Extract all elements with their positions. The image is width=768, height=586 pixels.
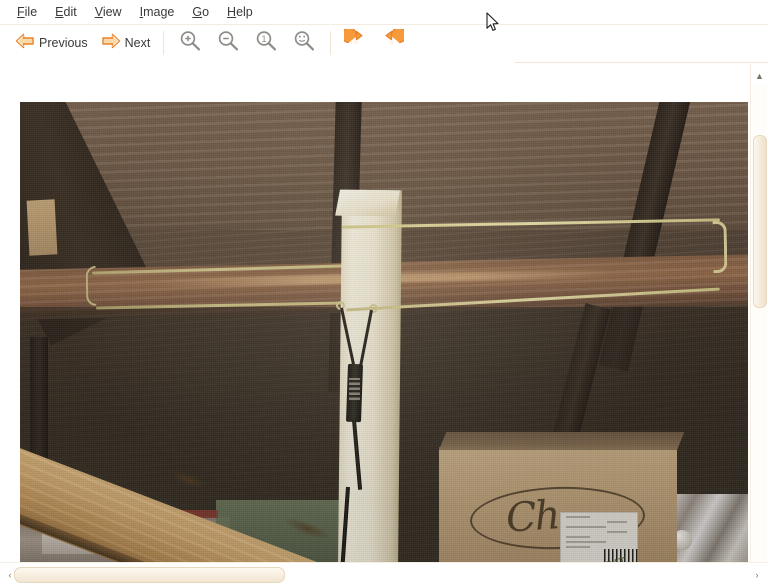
scroll-right-button[interactable]: ›	[749, 567, 765, 583]
photo-antenna-right-cap	[712, 220, 728, 274]
menu-go-label: o	[202, 5, 210, 19]
previous-label: Previous	[39, 36, 88, 50]
menu-go-mnemonic: G	[192, 5, 203, 19]
image-viewer-window: File Edit View Image Go Help Previous Ne…	[0, 0, 768, 586]
vertical-scroll-track[interactable]	[752, 86, 767, 562]
rotate-left-button[interactable]	[338, 26, 374, 58]
menu-image-label: mage	[143, 5, 175, 19]
next-button[interactable]: Next	[94, 28, 157, 58]
menu-help[interactable]: Help	[218, 2, 262, 22]
zoom-fit-best-icon	[291, 29, 317, 58]
view-top-divider	[515, 62, 768, 63]
rotate-right-button[interactable]	[374, 26, 410, 58]
chevron-right-icon: ›	[755, 569, 759, 580]
image-canvas[interactable]: Ch SAT Ry C 7bc	[0, 64, 750, 586]
menu-view-label: iew	[102, 5, 122, 19]
chevron-up-icon: ▲	[755, 71, 764, 81]
zoom-in-icon	[177, 29, 203, 58]
chevron-left-icon: ‹	[8, 569, 12, 580]
toolbar-separator-1	[163, 31, 165, 55]
zoom-normal-button[interactable]: 1	[247, 28, 285, 58]
menu-help-label: elp	[236, 5, 253, 19]
menu-help-mnemonic: H	[227, 5, 237, 19]
displayed-photo[interactable]: Ch SAT Ry C 7bc	[20, 102, 748, 567]
menu-edit[interactable]: Edit	[46, 2, 86, 22]
toolbar: Previous Next 1	[0, 25, 768, 62]
vertical-scroll-thumb[interactable]	[753, 135, 767, 308]
menu-view[interactable]: View	[86, 2, 131, 22]
photo-carton-logo-script: Ch	[504, 492, 560, 542]
menubar: File Edit View Image Go Help	[0, 0, 768, 25]
menu-view-mnemonic: V	[94, 5, 103, 19]
menu-file[interactable]: File	[8, 2, 46, 22]
rotate-clockwise-icon	[380, 26, 408, 58]
zoom-out-button[interactable]	[209, 28, 247, 58]
image-view-area: Ch SAT Ry C 7bc	[0, 62, 768, 586]
menu-file-label: ile	[24, 5, 38, 19]
horizontal-scroll-thumb[interactable]	[14, 567, 285, 583]
arrow-left-icon	[14, 31, 36, 56]
toolbar-separator-2	[330, 31, 332, 55]
menu-file-mnemonic: F	[17, 5, 25, 19]
next-label: Next	[124, 36, 151, 50]
zoom-out-icon	[215, 29, 241, 58]
zoom-original-icon: 1	[253, 29, 279, 58]
menu-edit-mnemonic: E	[55, 5, 64, 19]
menu-image[interactable]: Image	[131, 2, 184, 22]
photo-carton-edge	[439, 447, 677, 450]
menu-go[interactable]: Go	[183, 2, 218, 22]
photo-white-post-top	[335, 189, 400, 217]
photo-balun-label	[349, 378, 360, 400]
scroll-up-button[interactable]: ▲	[751, 68, 768, 85]
vertical-scrollbar[interactable]: ▲ ▼	[750, 64, 768, 586]
zoom-fit-button[interactable]	[285, 28, 323, 58]
horizontal-scrollbar[interactable]: ‹ ›	[0, 562, 768, 586]
rotate-counterclockwise-icon	[341, 26, 368, 58]
menu-edit-label: dit	[63, 5, 77, 19]
previous-button[interactable]: Previous	[8, 28, 94, 58]
svg-text:1: 1	[262, 34, 267, 44]
zoom-in-button[interactable]	[171, 28, 209, 58]
arrow-right-icon	[100, 31, 122, 56]
photo-pale-patch	[26, 199, 58, 256]
